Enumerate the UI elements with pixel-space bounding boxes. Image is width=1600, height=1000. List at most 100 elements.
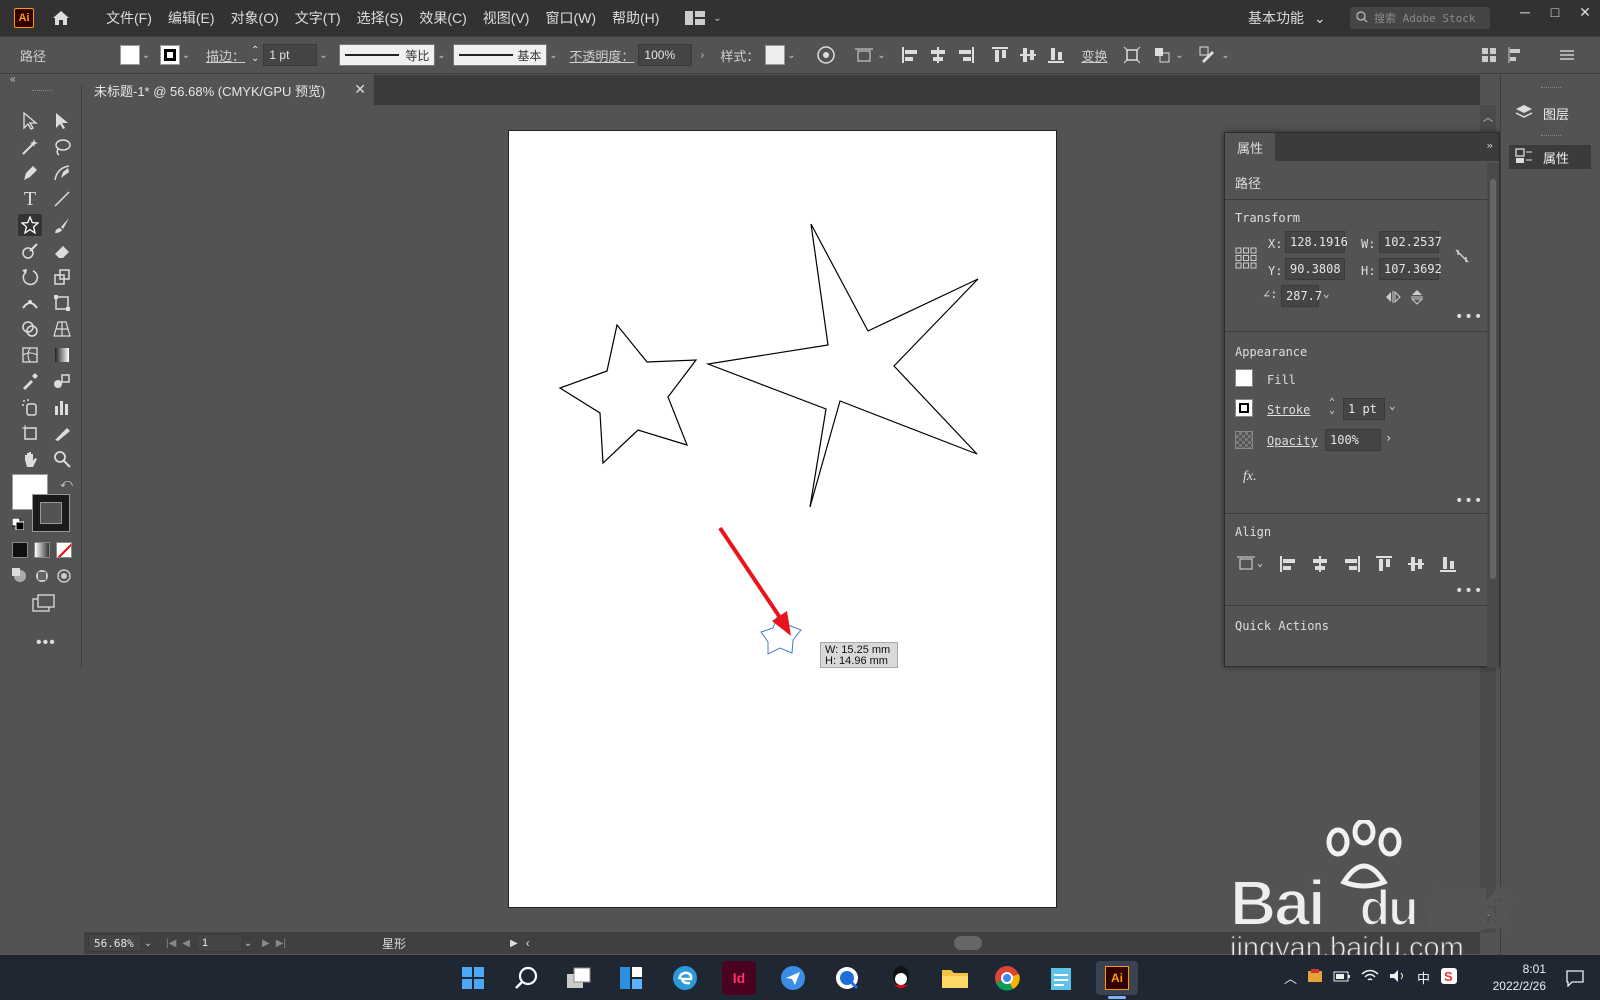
qq-browser-icon[interactable] xyxy=(830,961,864,995)
transform-section-title: Transform xyxy=(1235,211,1301,225)
notification-icon[interactable] xyxy=(1566,955,1584,1000)
panel-align-bottom-icon[interactable] xyxy=(1439,555,1457,576)
align-section-title: Align xyxy=(1235,525,1272,539)
properties-panel-header: 属性 » xyxy=(1225,133,1499,161)
y-field[interactable]: 90.3808 xyxy=(1285,258,1345,280)
rotate-angle-icon: ∠: xyxy=(1263,287,1278,301)
previous-artboard-icon[interactable]: ◀ xyxy=(182,938,190,949)
stroke-weight-panel-field[interactable]: 1 pt xyxy=(1343,398,1385,420)
chevron-down-icon[interactable]: ⌄ xyxy=(142,938,154,949)
small-star-path[interactable] xyxy=(558,323,698,465)
taskbar-search-icon[interactable] xyxy=(510,961,544,995)
stroke-label-panel[interactable]: Stroke xyxy=(1267,403,1310,417)
tooltip-height: H: 14.96 mm xyxy=(825,655,888,667)
opacity-panel-field[interactable]: 100% xyxy=(1325,429,1381,451)
x-field[interactable]: 128.1916 xyxy=(1285,231,1348,253)
chevron-right-icon[interactable]: › xyxy=(1385,431,1392,445)
properties-tab[interactable]: 属性 xyxy=(1225,133,1275,161)
properties-icon xyxy=(1515,147,1533,167)
panel-scroll-thumb[interactable] xyxy=(1490,179,1496,579)
dock-grip[interactable] xyxy=(1541,135,1561,137)
more-appearance-options-icon[interactable]: ••• xyxy=(1455,493,1483,509)
indesign-icon[interactable]: Id xyxy=(722,961,756,995)
status-menu-icon[interactable]: ▶ xyxy=(510,938,518,949)
properties-panel: 属性 » 路径 Transform X: 128.1916 W: 102.253… xyxy=(1224,132,1500,668)
panel-scrollbar[interactable] xyxy=(1487,163,1499,668)
large-star-path[interactable] xyxy=(705,223,979,508)
panel-align-top-icon[interactable] xyxy=(1375,555,1393,576)
dock-grip[interactable] xyxy=(1541,87,1561,89)
panel-align-left-icon[interactable] xyxy=(1279,555,1297,576)
wifi-icon[interactable] xyxy=(1361,969,1379,986)
clock-date: 2022/2/26 xyxy=(1492,978,1546,993)
windows-taskbar: Id Ai ︿ 中 S 8:01 2022/2/26 xyxy=(0,955,1600,1000)
w-label: W: xyxy=(1361,237,1376,251)
next-artboard-icon[interactable]: ▶ xyxy=(262,938,270,949)
angle-field[interactable]: 287.7 xyxy=(1281,285,1322,307)
chevron-down-icon[interactable]: ⌄ xyxy=(242,938,254,949)
reference-point-icon[interactable] xyxy=(1235,247,1257,272)
w-field[interactable]: 102.2537 xyxy=(1379,231,1442,253)
first-artboard-icon[interactable]: |◀ xyxy=(166,938,176,949)
constrain-proportions-icon[interactable] xyxy=(1453,247,1471,268)
fill-swatch-panel[interactable] xyxy=(1235,369,1253,387)
layers-icon xyxy=(1515,104,1533,123)
layers-panel-button[interactable]: 图层 xyxy=(1509,101,1591,125)
stroke-swatch-panel[interactable] xyxy=(1235,399,1253,417)
layers-label: 图层 xyxy=(1543,106,1570,122)
sogou-ime-icon[interactable]: S xyxy=(1440,967,1458,988)
illustrator-taskbar-button[interactable]: Ai xyxy=(1096,961,1138,995)
current-tool-status: 星形 xyxy=(382,936,407,951)
collapse-panel-icon[interactable]: » xyxy=(1486,139,1493,152)
flip-vertical-icon[interactable] xyxy=(1410,289,1424,308)
chevron-down-icon[interactable]: ⌄ xyxy=(1389,399,1396,412)
appearance-section-title: Appearance xyxy=(1235,345,1308,359)
artboard-number-field[interactable]: 1 xyxy=(196,934,242,952)
widgets-icon[interactable] xyxy=(614,961,648,995)
properties-label: 属性 xyxy=(1543,150,1570,166)
watermark-brand-du: du xyxy=(1359,879,1420,937)
properties-panel-button[interactable]: 属性 xyxy=(1509,145,1591,169)
chevron-down-icon[interactable]: ⌄ xyxy=(1323,287,1330,300)
h-field[interactable]: 107.3692 xyxy=(1379,258,1442,280)
feishu-icon[interactable] xyxy=(776,961,810,995)
stroke-weight-stepper[interactable]: ⌃ ⌄ xyxy=(1329,398,1335,416)
clock-time: 8:01 xyxy=(1522,961,1546,976)
edge-browser-icon[interactable] xyxy=(668,961,702,995)
panel-align-vcenter-icon[interactable] xyxy=(1407,555,1425,576)
last-artboard-icon[interactable]: ▶| xyxy=(276,938,286,949)
baidu-jingyan-watermark: Bai du 经验 jingyan.baidu.com xyxy=(1226,820,1526,970)
watermark-suffix: 经验 xyxy=(1426,884,1514,937)
battery-icon[interactable] xyxy=(1333,969,1351,986)
ime-indicator[interactable]: 中 xyxy=(1417,968,1430,987)
notepad-icon[interactable] xyxy=(1044,961,1078,995)
file-explorer-icon[interactable] xyxy=(938,961,972,995)
volume-icon[interactable] xyxy=(1389,969,1407,986)
chrome-icon[interactable] xyxy=(990,961,1024,995)
horizontal-scroll-thumb[interactable] xyxy=(953,936,982,950)
show-hidden-icons-icon[interactable]: ︿ xyxy=(1284,968,1297,987)
clock[interactable]: 8:01 2022/2/26 xyxy=(1476,955,1546,1000)
system-tray: ︿ 中 S xyxy=(1284,955,1458,1000)
more-align-options-icon[interactable]: ••• xyxy=(1455,583,1483,599)
panel-align-hcenter-icon[interactable] xyxy=(1311,555,1329,576)
start-icon[interactable] xyxy=(456,961,490,995)
opacity-icon xyxy=(1235,431,1253,449)
zoom-level-field[interactable]: 56.68% xyxy=(88,934,142,952)
flip-horizontal-icon[interactable] xyxy=(1385,290,1401,306)
svg-text:S: S xyxy=(1444,969,1453,984)
more-transform-options-icon[interactable]: ••• xyxy=(1455,309,1483,325)
panel-align-right-icon[interactable] xyxy=(1343,555,1361,576)
quick-actions-title: Quick Actions xyxy=(1235,619,1329,633)
opacity-label-panel[interactable]: Opacity xyxy=(1267,434,1318,448)
h-label: H: xyxy=(1361,264,1376,278)
fill-label: Fill xyxy=(1267,373,1296,387)
tray-app-icon[interactable] xyxy=(1307,968,1323,987)
y-label: Y: xyxy=(1268,264,1283,278)
effects-button[interactable]: fx. xyxy=(1243,469,1257,485)
align-to-selection-icon[interactable]: ⌄ xyxy=(1237,555,1263,571)
task-view-icon[interactable] xyxy=(562,961,596,995)
scroll-left-icon[interactable]: ‹ xyxy=(526,936,530,950)
qq-icon[interactable] xyxy=(884,961,918,995)
size-tooltip: W: 15.25 mm H: 14.96 mm xyxy=(820,642,898,668)
